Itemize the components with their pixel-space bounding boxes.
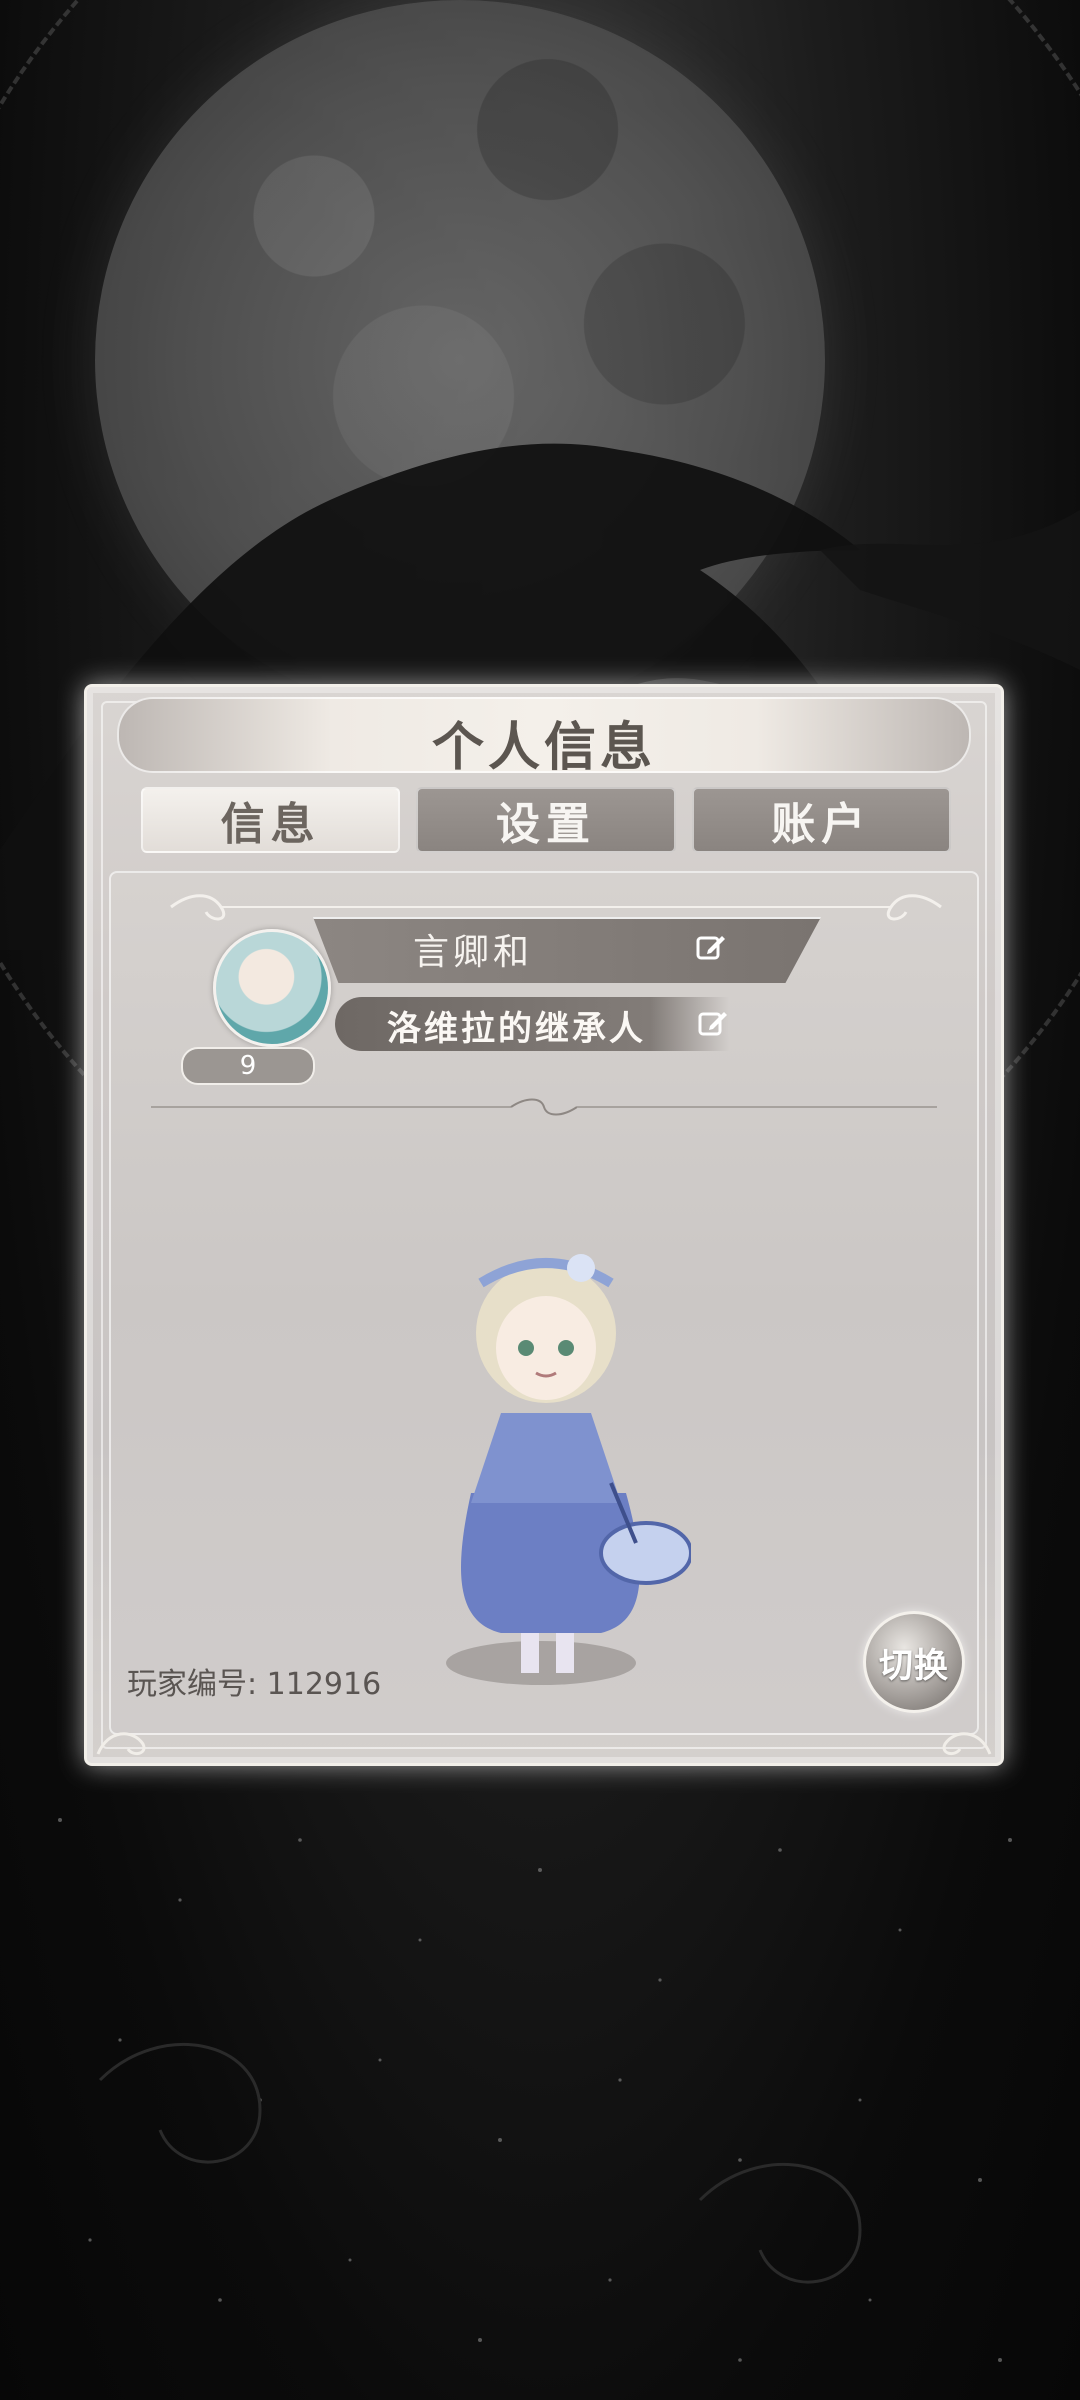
player-id: 玩家编号: 112916	[127, 1667, 382, 1702]
player-name: 言卿和	[413, 932, 534, 973]
character-avatar-figure	[446, 1254, 691, 1685]
tab-settings[interactable]: 设置	[416, 787, 676, 853]
tab-info[interactable]: 信息	[141, 787, 401, 853]
level-badge: 9	[181, 1047, 315, 1085]
switch-button[interactable]: 切换	[863, 1611, 965, 1713]
panel-title: 个人信息	[431, 717, 656, 778]
edit-title-icon[interactable]	[697, 1007, 729, 1039]
tab-bar: 信息 设置 账户	[141, 787, 951, 853]
player-title: 洛维拉的继承人	[387, 1009, 646, 1049]
edit-name-icon[interactable]	[695, 931, 727, 963]
title-bar: 个人信息	[117, 697, 971, 778]
corner-ornament-left	[96, 1732, 146, 1756]
section-divider	[151, 1098, 937, 1116]
corner-ornament-right	[942, 1732, 992, 1756]
stars-decoration	[58, 1818, 1012, 2362]
info-content: 9 言卿和 洛维拉的继承人 玩家编号: 112916 切换	[109, 871, 979, 1735]
name-banner	[313, 917, 821, 983]
profile-panel: 个人信息 信息 设置 账户 9 言卿和 洛维拉的继承人 玩家编号: 112916…	[84, 684, 1004, 1766]
tab-account[interactable]: 账户	[691, 787, 951, 853]
avatar[interactable]	[213, 929, 331, 1047]
